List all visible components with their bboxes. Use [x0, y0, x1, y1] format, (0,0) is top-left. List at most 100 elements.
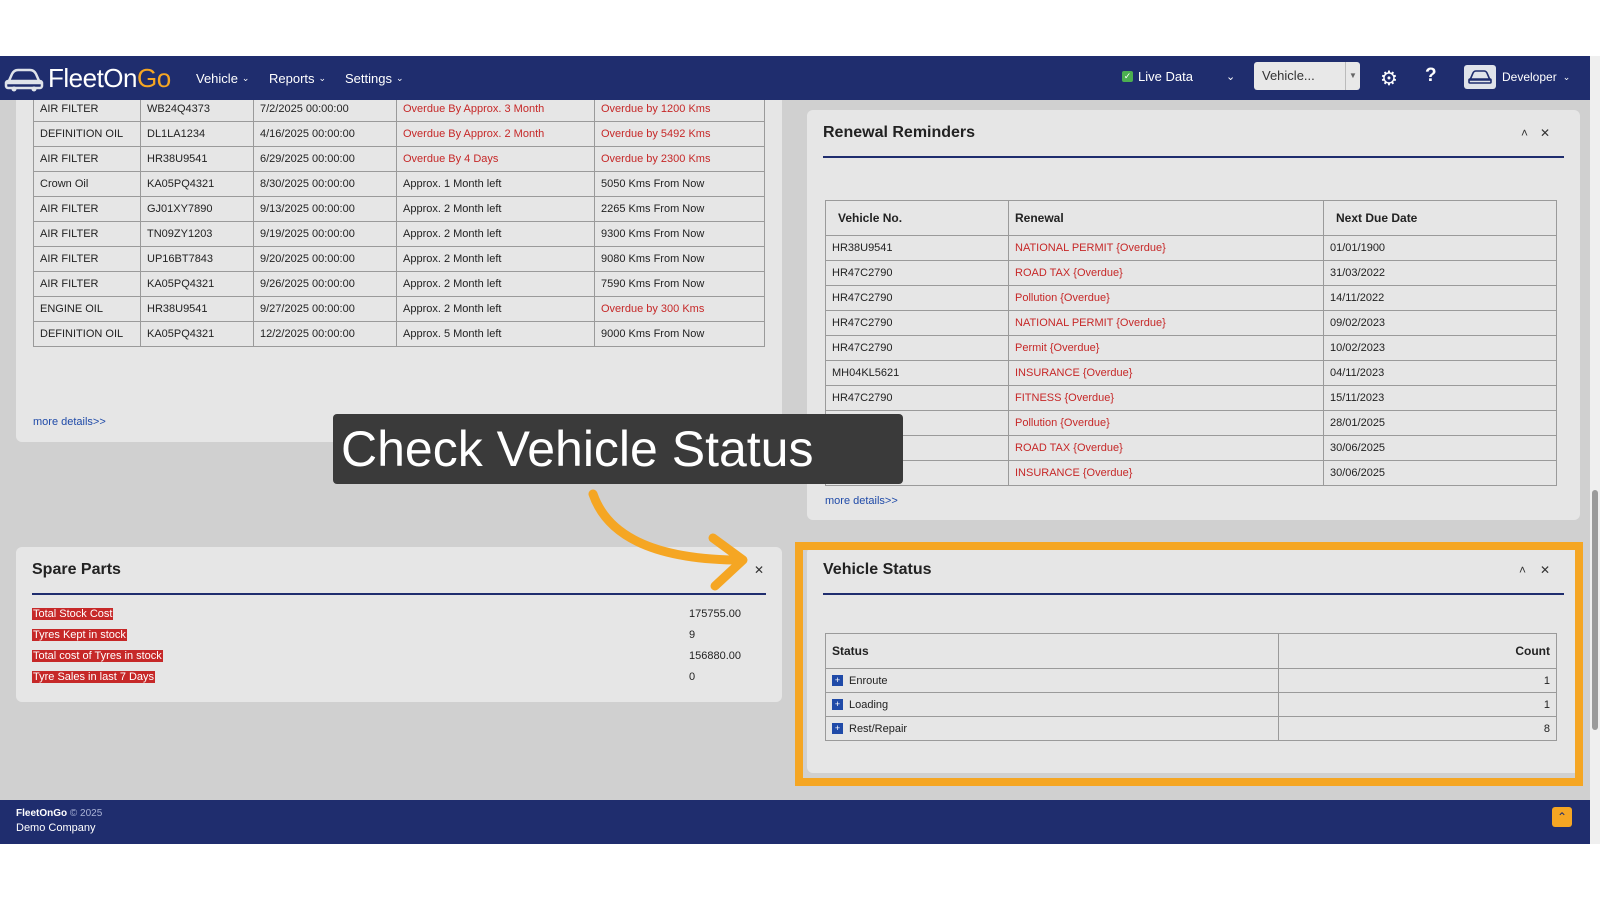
scroll-to-top-button[interactable]: ⌃	[1552, 807, 1572, 827]
table-cell: HR47C2790	[825, 260, 1009, 286]
table-cell: 4/16/2025 00:00:00	[253, 121, 397, 147]
table-cell: HR47C2790	[825, 335, 1009, 361]
table-row[interactable]: MH04KL5621 INSURANCE {Overdue} 04/11/2023	[825, 360, 1557, 386]
table-header-row: Vehicle No. Renewal Next Due Date	[825, 200, 1557, 236]
checkbox-checked-icon[interactable]: ✓	[1122, 71, 1133, 82]
spare-parts-label[interactable]: Total cost of Tyres in stock	[32, 650, 163, 662]
table-cell: Pollution {Overdue}	[1008, 285, 1324, 311]
table-cell: Overdue By 4 Days	[396, 146, 595, 172]
table-row[interactable]: MH04KL5621Pollution {Overdue}28/01/2025	[825, 410, 1557, 436]
nav-settings[interactable]: Settings ⌄	[345, 56, 404, 100]
spare-parts-value: 0	[689, 671, 696, 683]
table-row[interactable]: AIR FILTER UP16BT7843 9/20/2025 00:00:00 Ap…	[33, 246, 765, 272]
table-row[interactable]: HR47C2790 Permit {Overdue} 10/02/2023	[825, 335, 1557, 361]
table-row[interactable]: DEFINITION OIL KA05PQ4321 12/2/2025 00:00:…	[33, 321, 765, 347]
table-cell: Approx. 2 Month left	[396, 196, 595, 222]
table-cell: Permit {Overdue}	[1008, 335, 1324, 361]
table-row[interactable]: AIR FILTER TN09ZY1203 9/19/2025 00:00:00 Ap…	[33, 221, 765, 247]
brand-name: FleetOnGo	[48, 62, 171, 93]
table-cell: Approx. 2 Month left	[396, 271, 595, 297]
column-header[interactable]: Vehicle No.	[825, 200, 1009, 236]
tutorial-callout: Check Vehicle Status	[333, 414, 903, 484]
table-row[interactable]: AIR FILTER KA05PQ4321 9/26/2025 00:00:00 Ap…	[33, 271, 765, 297]
table-row[interactable]: HR47C2790 ROAD TAX {Overdue} 31/03/2022	[825, 260, 1557, 286]
table-cell: UP16BT7843	[140, 246, 254, 272]
footer-brand: FleetOnGo	[16, 808, 68, 819]
table-cell: 28/01/2025	[1323, 410, 1557, 436]
spare-parts-label[interactable]: Tyre Sales in last 7 Days	[32, 671, 156, 683]
table-row[interactable]: DEFINITION OIL DL1LA1234 4/16/2025 00:00:0…	[33, 121, 765, 147]
renewal-reminders-panel: Renewal Reminders ˄ ✕ Vehicle No. Renewa…	[807, 110, 1580, 520]
live-data-label: Live Data	[1138, 69, 1193, 84]
dropdown-arrow-icon[interactable]: ▼	[1345, 62, 1360, 90]
table-cell: 01/01/1900	[1323, 235, 1557, 261]
spare-parts-label[interactable]: Total Stock Cost	[32, 608, 114, 620]
table-cell: AIR FILTER	[33, 96, 141, 122]
table-cell: Overdue By Approx. 3 Month	[396, 96, 595, 122]
table-row[interactable]: HR38U9541ROAD TAX {Overdue}30/06/2025	[825, 435, 1557, 461]
table-cell: Approx. 2 Month left	[396, 221, 595, 247]
table-cell: 7/2/2025 00:00:00	[253, 96, 397, 122]
avatar	[1464, 65, 1496, 89]
table-row[interactable]: HR47C2790 Pollution {Overdue} 14/11/2022	[825, 285, 1557, 311]
spare-parts-row: Tyre Sales in last 7 Days 0	[32, 668, 766, 688]
table-cell: 12/2/2025 00:00:00	[253, 321, 397, 347]
renewal-table: Vehicle No. Renewal Next Due Date HR38U9…	[825, 200, 1557, 486]
help-icon[interactable]: ?	[1425, 65, 1437, 87]
table-row[interactable]: AIR FILTER HR38U9541 6/29/2025 00:00:00 Ove…	[33, 146, 765, 172]
table-row[interactable]: GJ01XY7890INSURANCE {Overdue}30/06/2025	[825, 460, 1557, 486]
scrollbar-thumb[interactable]	[1592, 490, 1598, 730]
spare-parts-value: 175755.00	[689, 608, 741, 620]
renewal-more-details-link[interactable]: more details>>	[825, 495, 898, 507]
spare-parts-row: Tyres Kept in stock 9	[32, 626, 766, 646]
car-logo-icon	[4, 68, 44, 92]
table-row[interactable]: Crown Oil KA05PQ4321 8/30/2025 00:00:00 App…	[33, 171, 765, 197]
table-cell: FITNESS {Overdue}	[1008, 385, 1324, 411]
table-cell: INSURANCE {Overdue}	[1008, 460, 1324, 486]
table-cell: Overdue by 2300 Kms	[594, 146, 765, 172]
table-cell: Overdue by 5492 Kms	[594, 121, 765, 147]
maintenance-table: AIR FILTER WB24Q4373 7/2/2025 00:00:00 Over…	[33, 96, 765, 347]
chevron-down-icon[interactable]: ⌄	[1226, 70, 1235, 83]
table-row[interactable]: HR38U9541 NATIONAL PERMIT {Overdue} 01/01/…	[825, 235, 1557, 261]
spare-parts-title: Spare Parts	[32, 561, 121, 578]
nav-vehicle[interactable]: Vehicle ⌄	[196, 56, 249, 100]
close-icon[interactable]: ✕	[1540, 126, 1550, 140]
table-cell: AIR FILTER	[33, 221, 141, 247]
spare-parts-value: 156880.00	[689, 650, 741, 662]
maintenance-more-details-link[interactable]: more details>>	[33, 416, 106, 428]
table-cell: KA05PQ4321	[140, 321, 254, 347]
table-cell: Approx. 2 Month left	[396, 296, 595, 322]
table-row[interactable]: AIR FILTER WB24Q4373 7/2/2025 00:00:00 Over…	[33, 96, 765, 122]
column-header[interactable]: Next Due Date	[1323, 200, 1557, 236]
gear-icon[interactable]: ⚙	[1380, 66, 1398, 91]
live-data-toggle[interactable]: ✓ Live Data	[1122, 69, 1193, 84]
table-cell: ENGINE OIL	[33, 296, 141, 322]
user-name: Developer	[1502, 70, 1557, 84]
table-cell: HR47C2790	[825, 285, 1009, 311]
table-cell: Overdue By Approx. 2 Month	[396, 121, 595, 147]
table-cell: 8/30/2025 00:00:00	[253, 171, 397, 197]
nav-reports[interactable]: Reports ⌄	[269, 56, 326, 100]
brand-logo[interactable]: FleetOnGo	[4, 60, 171, 96]
table-row[interactable]: HR47C2790 FITNESS {Overdue} 15/11/2023	[825, 385, 1557, 411]
vehicle-select[interactable]: Vehicle... ▼	[1254, 62, 1360, 90]
table-cell: 04/11/2023	[1323, 360, 1557, 386]
renewal-panel-title: Renewal Reminders	[823, 124, 976, 141]
user-menu[interactable]: Developer ⌄	[1464, 65, 1570, 89]
table-row[interactable]: ENGINE OIL HR38U9541 9/27/2025 00:00:00 App…	[33, 296, 765, 322]
maintenance-panel: AIR FILTER WB24Q4373 7/2/2025 00:00:00 Over…	[16, 56, 782, 442]
table-cell: 30/06/2025	[1323, 460, 1557, 486]
table-cell: NATIONAL PERMIT {Overdue}	[1008, 235, 1324, 261]
table-row[interactable]: AIR FILTER GJ01XY7890 9/13/2025 00:00:00 Ap…	[33, 196, 765, 222]
column-header[interactable]: Renewal	[1008, 200, 1324, 236]
table-cell: AIR FILTER	[33, 146, 141, 172]
spare-parts-label[interactable]: Tyres Kept in stock	[32, 629, 127, 641]
table-cell: HR38U9541	[140, 296, 254, 322]
chevron-down-icon: ⌄	[395, 72, 404, 83]
table-cell: ROAD TAX {Overdue}	[1008, 435, 1324, 461]
table-cell: HR47C2790	[825, 385, 1009, 411]
table-row[interactable]: HR47C2790 NATIONAL PERMIT {Overdue} 09/02/…	[825, 310, 1557, 336]
collapse-icon[interactable]: ˄	[1521, 126, 1528, 140]
table-cell: 7590 Kms From Now	[594, 271, 765, 297]
